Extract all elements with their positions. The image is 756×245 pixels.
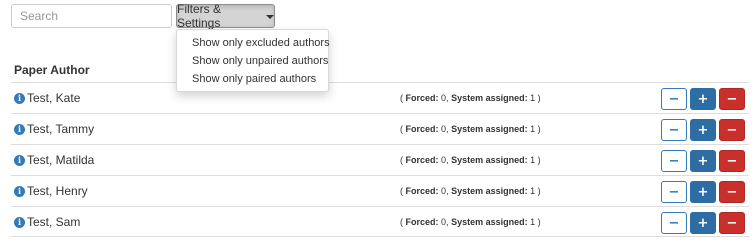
system-assigned-value: 1 <box>530 124 536 134</box>
table-row: i Test, Tammy ( Forced: 0, System assign… <box>11 113 749 144</box>
info-icon[interactable]: i <box>14 217 25 228</box>
system-assigned-label: System assigned: <box>451 217 528 227</box>
forced-label: Forced: <box>405 186 439 196</box>
info-icon[interactable]: i <box>14 124 25 135</box>
table-row: i Test, Sam ( Forced: 0, System assigned… <box>11 206 749 237</box>
exclude-button[interactable]: − <box>661 119 687 141</box>
add-button[interactable]: + <box>690 150 716 172</box>
assignment-info: ( Forced: 0, System assigned: 1 ) <box>400 186 541 196</box>
remove-button[interactable]: − <box>719 88 745 110</box>
remove-button[interactable]: − <box>719 181 745 203</box>
system-assigned-value: 1 <box>530 155 536 165</box>
exclude-button[interactable]: − <box>661 181 687 203</box>
author-name: Test, Matilda <box>27 153 95 167</box>
search-input[interactable] <box>11 4 172 28</box>
forced-value: 0 <box>441 217 447 227</box>
filters-settings-label: Filters & Settings <box>177 2 222 30</box>
remove-button[interactable]: − <box>719 150 745 172</box>
forced-value: 0 <box>441 155 447 165</box>
exclude-button[interactable]: − <box>661 88 687 110</box>
remove-button[interactable]: − <box>719 212 745 234</box>
author-name: Test, Kate <box>27 91 81 105</box>
system-assigned-value: 1 <box>530 217 536 227</box>
add-button[interactable]: + <box>690 88 716 110</box>
author-name: Test, Tammy <box>27 122 95 136</box>
forced-value: 0 <box>441 124 447 134</box>
exclude-button[interactable]: − <box>661 150 687 172</box>
forced-value: 0 <box>441 93 447 103</box>
caret-down-icon <box>266 14 274 19</box>
system-assigned-value: 1 <box>530 186 536 196</box>
assignment-info: ( Forced: 0, System assigned: 1 ) <box>400 93 541 103</box>
menu-item-show-excluded[interactable]: Show only excluded authors <box>177 34 330 52</box>
exclude-button[interactable]: − <box>661 212 687 234</box>
system-assigned-value: 1 <box>530 93 536 103</box>
system-assigned-label: System assigned: <box>451 186 528 196</box>
forced-label: Forced: <box>405 93 439 103</box>
forced-label: Forced: <box>405 155 439 165</box>
add-button[interactable]: + <box>690 181 716 203</box>
add-button[interactable]: + <box>690 212 716 234</box>
filters-settings-button[interactable]: Filters & Settings <box>176 2 275 30</box>
column-header-paper-author: Paper Author <box>14 63 90 77</box>
add-button[interactable]: + <box>690 119 716 141</box>
system-assigned-label: System assigned: <box>451 93 528 103</box>
table-row: i Test, Henry ( Forced: 0, System assign… <box>11 175 749 206</box>
forced-label: Forced: <box>405 124 439 134</box>
assignment-info: ( Forced: 0, System assigned: 1 ) <box>400 217 541 227</box>
info-icon[interactable]: i <box>14 155 25 166</box>
table-row: i Test, Kate ( Forced: 0, System assigne… <box>11 82 749 113</box>
menu-item-show-paired[interactable]: Show only paired authors <box>177 70 328 88</box>
forced-value: 0 <box>441 186 447 196</box>
info-icon[interactable]: i <box>14 186 25 197</box>
author-name: Test, Sam <box>27 215 81 229</box>
remove-button[interactable]: − <box>719 119 745 141</box>
author-name: Test, Henry <box>27 184 88 198</box>
table-row: i Test, Matilda ( Forced: 0, System assi… <box>11 144 749 175</box>
authors-table: i Test, Kate ( Forced: 0, System assigne… <box>11 82 749 237</box>
system-assigned-label: System assigned: <box>451 155 528 165</box>
menu-item-show-unpaired[interactable]: Show only unpaired authors <box>177 52 328 70</box>
info-icon[interactable]: i <box>14 93 25 104</box>
system-assigned-label: System assigned: <box>451 124 528 134</box>
assignment-info: ( Forced: 0, System assigned: 1 ) <box>400 124 541 134</box>
forced-label: Forced: <box>405 217 439 227</box>
assignment-info: ( Forced: 0, System assigned: 1 ) <box>400 155 541 165</box>
filters-dropdown-menu: Show only excluded authors Show only unp… <box>176 29 330 92</box>
